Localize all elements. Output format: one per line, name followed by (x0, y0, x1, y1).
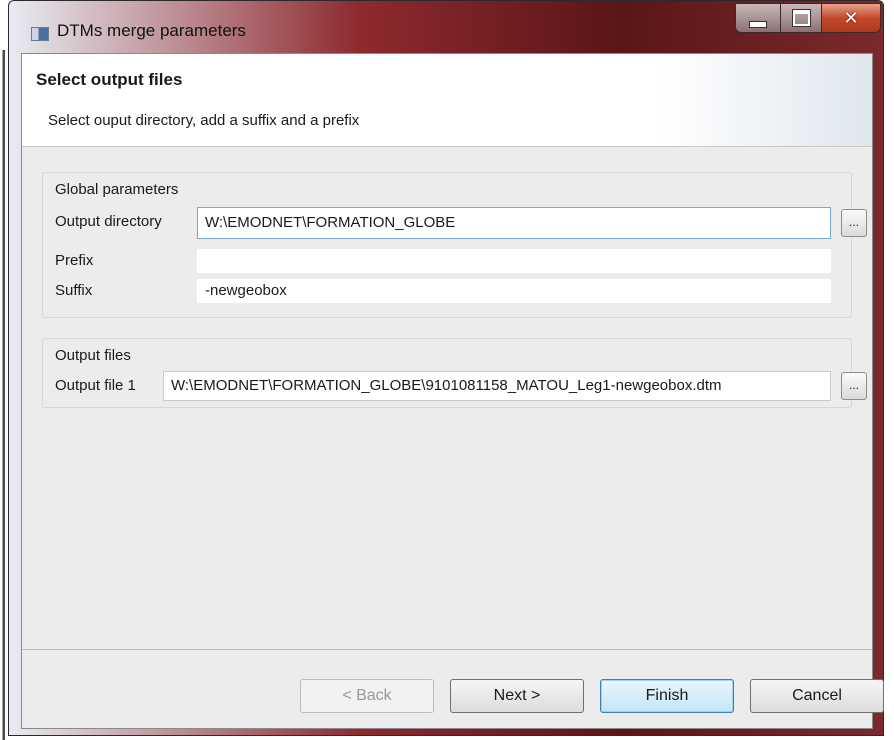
output-file-1-browse-button[interactable]: ... (841, 372, 867, 400)
output-file-1-input[interactable]: W:\EMODNET\FORMATION_GLOBE\9101081158_MA… (163, 371, 831, 401)
next-button[interactable]: Next > (450, 679, 584, 713)
cancel-button[interactable]: Cancel (750, 679, 884, 713)
output-directory-label: Output directory (55, 213, 162, 230)
maximize-icon (791, 9, 811, 27)
suffix-input[interactable]: -newgeobox (197, 279, 831, 303)
output-files-group: Output files Output file 1 W:\EMODNET\FO… (42, 338, 867, 408)
global-parameters-group: Global parameters Output directory W:\EM… (42, 172, 867, 318)
maximize-button[interactable] (780, 3, 822, 33)
wizard-header: Select output files Select ouput directo… (22, 54, 872, 147)
output-directory-input[interactable]: W:\EMODNET\FORMATION_GLOBE (197, 207, 831, 239)
prefix-input[interactable] (197, 249, 831, 273)
close-icon: ✕ (843, 7, 859, 28)
page-description: Select ouput directory, add a suffix and… (48, 112, 360, 129)
minimize-icon (749, 20, 767, 28)
minimize-button[interactable] (735, 3, 781, 33)
global-parameters-legend: Global parameters (55, 181, 179, 198)
dialog-client-area: Select output files Select ouput directo… (21, 53, 884, 729)
prefix-label: Prefix (55, 252, 94, 269)
back-button[interactable]: < Back (300, 679, 434, 713)
output-files-legend: Output files (55, 347, 131, 364)
dialog-window: DTMs merge parameters ✕ Select output fi… (8, 0, 884, 736)
window-title: DTMs merge parameters (57, 21, 246, 40)
suffix-label: Suffix (55, 282, 93, 299)
app-icon (31, 27, 49, 41)
title-bar[interactable]: DTMs merge parameters ✕ (9, 1, 883, 53)
page-title: Select output files (36, 70, 183, 89)
output-directory-browse-button[interactable]: ... (841, 209, 867, 237)
desktop-edge (0, 50, 8, 740)
close-button[interactable]: ✕ (821, 3, 881, 33)
footer-separator (22, 649, 872, 650)
finish-button[interactable]: Finish (600, 679, 734, 713)
output-file-1-label: Output file 1 (55, 377, 136, 394)
